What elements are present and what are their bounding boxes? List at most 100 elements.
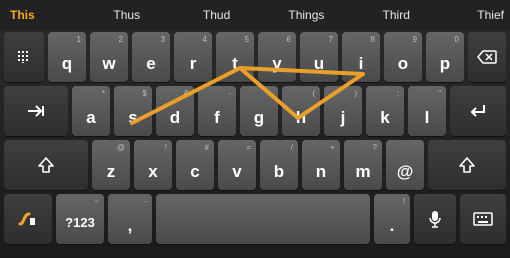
alt-char-hint: 1 — [76, 35, 81, 44]
key-label: u — [313, 54, 325, 73]
suggestion-bar: This Thus Thud Things Third Thief — [0, 0, 510, 30]
numbers-key[interactable]: ~ ?123 — [56, 194, 104, 244]
alt-char-hint: + — [330, 143, 335, 152]
alt-char-hint: + — [268, 89, 273, 98]
key-q[interactable]: 1q — [48, 32, 86, 82]
enter-key[interactable] — [450, 86, 506, 136]
key-label: x — [148, 162, 158, 181]
key-label: n — [315, 162, 327, 181]
alt-char-hint: & — [183, 89, 189, 98]
alt-char-hint: @ — [116, 143, 125, 152]
alt-char-hint: 0 — [454, 35, 459, 44]
key-label: p — [439, 54, 451, 73]
key-comma[interactable]: -, — [108, 194, 152, 244]
key-label: w — [102, 54, 116, 73]
key-g[interactable]: + g — [240, 86, 278, 136]
key-v[interactable]: = v — [218, 140, 256, 190]
key-row-4: ~ ?123 -,!. — [0, 192, 510, 246]
key-w[interactable]: 2w — [90, 32, 128, 82]
alt-char-hint: $ — [142, 89, 147, 98]
key-n[interactable]: + n — [302, 140, 340, 190]
key-i[interactable]: 8i — [342, 32, 380, 82]
alt-char-hint: 9 — [412, 35, 417, 44]
key-label: e — [146, 54, 156, 73]
key-label: o — [397, 54, 409, 73]
key-c[interactable]: # c — [176, 140, 214, 190]
swype-key[interactable] — [4, 194, 52, 244]
key-p[interactable]: 0p — [426, 32, 464, 82]
key-label: h — [295, 108, 307, 127]
key-z[interactable]: @ z — [92, 140, 130, 190]
key-label: s — [128, 108, 138, 127]
key-row-1: 1q2w3e4r5t6y7u8i9o0p — [0, 30, 510, 84]
alt-char-hint: # — [204, 143, 209, 152]
microphone-icon — [414, 194, 456, 244]
key-label: r — [189, 54, 197, 73]
alt-char-hint: - — [228, 89, 231, 98]
key-label: g — [253, 108, 265, 127]
key-y[interactable]: 6y — [258, 32, 296, 82]
alt-char-hint: ; — [396, 89, 399, 98]
keyboard-key[interactable] — [460, 194, 506, 244]
alt-char-hint: 5 — [244, 35, 249, 44]
tab-key[interactable] — [4, 86, 68, 136]
suggestion-6[interactable]: Thief — [441, 8, 510, 22]
alt-char-hint: ! — [164, 143, 167, 152]
key-a[interactable]: * a — [72, 86, 110, 136]
key-t[interactable]: 5t — [216, 32, 254, 82]
key-h[interactable]: (h — [282, 86, 320, 136]
alt-char-hint: ) — [354, 89, 357, 98]
space-key[interactable] — [156, 194, 370, 244]
key-r[interactable]: 4r — [174, 32, 212, 82]
keyboard-icon — [460, 194, 506, 244]
keyboard: This Thus Thud Things Third Thief 1q2w3e… — [0, 0, 510, 258]
key-d[interactable]: & d — [156, 86, 194, 136]
suggestion-3[interactable]: Thud — [172, 8, 262, 22]
key-f[interactable]: -f — [198, 86, 236, 136]
suggestion-1[interactable]: This — [0, 8, 82, 22]
key-label: ?123 — [65, 215, 95, 230]
key-at[interactable]: @ — [386, 140, 424, 190]
key-label: i — [358, 54, 364, 73]
key-label: t — [232, 54, 238, 73]
key-k[interactable]: ; k — [366, 86, 404, 136]
suggestion-5[interactable]: Third — [351, 8, 441, 22]
alt-char-hint: / — [290, 143, 293, 152]
key-row-2: * a $ s & d - f + g(h) j; k " l — [0, 84, 510, 138]
alt-char-hint: 3 — [160, 35, 165, 44]
key-j[interactable]: ) j — [324, 86, 362, 136]
key-o[interactable]: 9o — [384, 32, 422, 82]
key-b[interactable]: / b — [260, 140, 298, 190]
alt-char-hint: ( — [312, 89, 315, 98]
key-label: l — [424, 108, 430, 127]
key-label: , — [127, 216, 133, 235]
shift-right-key[interactable] — [428, 140, 506, 190]
alt-char-hint: ? — [372, 143, 377, 152]
alt-char-hint: ! — [402, 197, 405, 206]
shift-icon — [428, 140, 506, 190]
key-label: @ — [396, 162, 414, 181]
suggestion-4[interactable]: Things — [261, 8, 351, 22]
key-label: m — [355, 162, 371, 181]
suggestion-2[interactable]: Thus — [82, 8, 172, 22]
shift-left-key[interactable] — [4, 140, 88, 190]
alt-char-hint: - — [144, 197, 147, 206]
key-label: f — [214, 108, 220, 127]
symbols-grid-key[interactable] — [4, 32, 44, 82]
key-m[interactable]: ? m — [344, 140, 382, 190]
key-period[interactable]: !. — [374, 194, 410, 244]
alt-char-hint: 6 — [286, 35, 291, 44]
backspace-icon — [468, 32, 506, 82]
alt-char-hint: 4 — [202, 35, 207, 44]
backspace-key[interactable] — [468, 32, 506, 82]
key-label: y — [272, 54, 282, 73]
key-l[interactable]: " l — [408, 86, 446, 136]
mic-key[interactable] — [414, 194, 456, 244]
key-x[interactable]: ! x — [134, 140, 172, 190]
alt-char-hint: = — [246, 143, 251, 152]
key-s[interactable]: $ s — [114, 86, 152, 136]
key-e[interactable]: 3e — [132, 32, 170, 82]
key-label: k — [380, 108, 390, 127]
key-label: j — [340, 108, 346, 127]
key-u[interactable]: 7u — [300, 32, 338, 82]
